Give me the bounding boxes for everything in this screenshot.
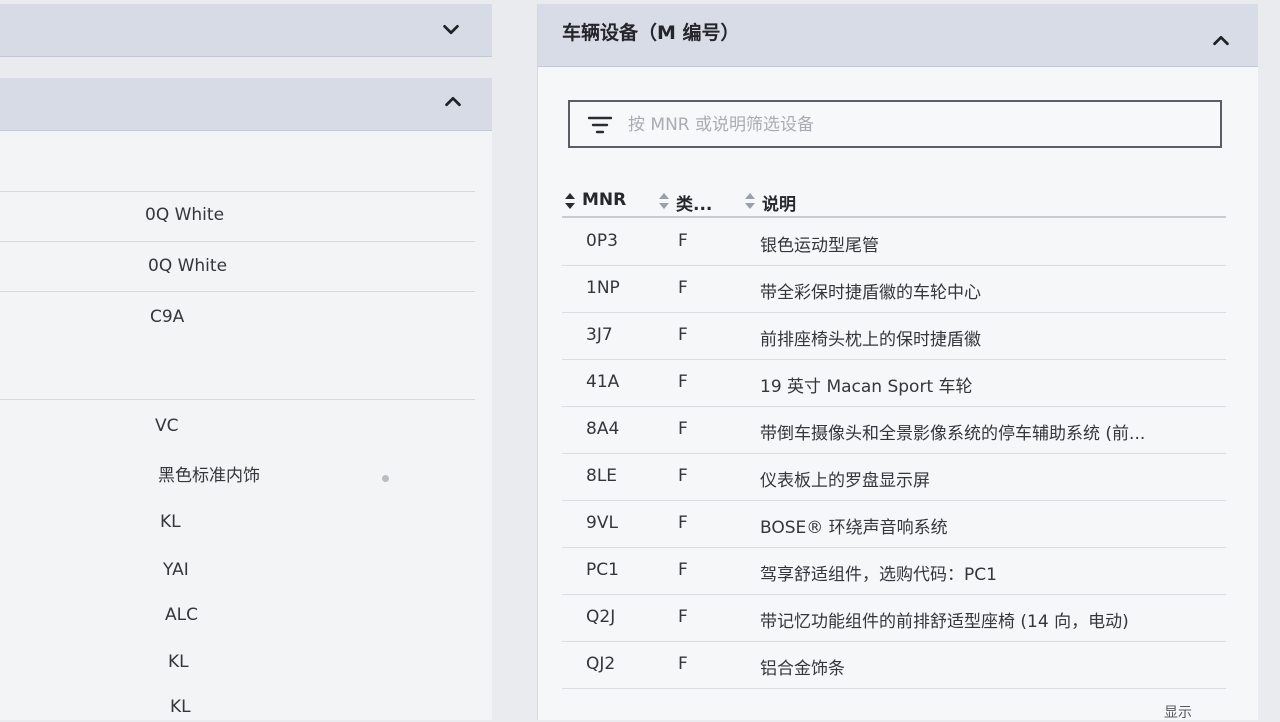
divider: [0, 399, 475, 400]
chevron-up-icon[interactable]: [1210, 30, 1232, 52]
cell-mnr: PC1: [586, 560, 619, 580]
cell-mnr: 0P3: [586, 231, 618, 251]
table-row[interactable]: 41A F 19 英寸 Macan Sport 车轮: [562, 360, 1226, 407]
pagination-label: 显示: [1164, 705, 1192, 721]
sort-icon[interactable]: [658, 192, 670, 210]
table-row[interactable]: 0P3 F 银色运动型尾管: [562, 219, 1226, 266]
sort-icon[interactable]: [744, 192, 756, 210]
cell-description: 带记忆功能组件的前排舒适型座椅 (14 向，电动): [760, 612, 1129, 632]
detail-value: KL: [170, 697, 191, 717]
cell-type: F: [678, 231, 688, 251]
column-header-description[interactable]: 说明: [762, 190, 796, 215]
cell-type: F: [678, 325, 688, 345]
divider: [0, 191, 475, 192]
cell-mnr: 8LE: [586, 466, 618, 486]
equipment-panel: 车辆设备（M 编号） MNR 类... 说明 0P3: [537, 4, 1258, 720]
cell-type: F: [678, 607, 688, 627]
cell-description: BOSE® 环绕声音响系统: [760, 518, 948, 538]
collapsed-section-header[interactable]: [0, 4, 492, 57]
vehicle-details-header[interactable]: [0, 78, 492, 131]
bullet-dot: [382, 475, 389, 482]
cell-type: F: [678, 372, 688, 392]
vehicle-details-section: [0, 78, 492, 720]
cell-description: 铝合金饰条: [760, 659, 845, 679]
table-row[interactable]: QJ2 F 铝合金饰条: [562, 642, 1226, 689]
cell-description: 银色运动型尾管: [760, 236, 879, 256]
sort-asc-icon[interactable]: [564, 192, 576, 210]
cell-description: 前排座椅头枕上的保时捷盾徽: [760, 330, 981, 350]
table-row[interactable]: 8A4 F 带倒车摄像头和全景影像系统的停车辅助系统 (前...: [562, 407, 1226, 454]
equipment-panel-header[interactable]: 车辆设备（M 编号）: [538, 4, 1258, 67]
table-row[interactable]: Q2J F 带记忆功能组件的前排舒适型座椅 (14 向，电动): [562, 595, 1226, 642]
cell-type: F: [678, 278, 688, 298]
cell-mnr: 8A4: [586, 419, 620, 439]
cell-type: F: [678, 419, 688, 439]
cell-mnr: Q2J: [586, 607, 616, 627]
cell-mnr: 3J7: [586, 325, 613, 345]
equipment-filter-input[interactable]: [626, 110, 1210, 140]
divider: [0, 241, 475, 242]
cell-description: 驾享舒适组件，选购代码：PC1: [760, 565, 997, 585]
table-row[interactable]: 9VL F BOSE® 环绕声音响系统: [562, 501, 1226, 548]
detail-value: VC: [155, 416, 179, 436]
detail-value: C9A: [150, 307, 185, 327]
equipment-panel-title: 车辆设备（M 编号）: [562, 22, 740, 44]
cell-type: F: [678, 513, 688, 533]
detail-value: ALC: [165, 605, 198, 625]
cell-type: F: [678, 654, 688, 674]
cell-type: F: [678, 560, 688, 580]
column-header-type[interactable]: 类...: [676, 190, 712, 215]
detail-value: 黑色标准内饰: [158, 466, 260, 486]
table-row[interactable]: PC1 F 驾享舒适组件，选购代码：PC1: [562, 548, 1226, 595]
detail-value: YAI: [163, 560, 189, 580]
detail-value: 0Q White: [145, 205, 225, 225]
filter-icon: [588, 116, 612, 134]
cell-description: 带倒车摄像头和全景影像系统的停车辅助系统 (前...: [760, 424, 1146, 444]
table-row[interactable]: 3J7 F 前排座椅头枕上的保时捷盾徽: [562, 313, 1226, 360]
cell-description: 仪表板上的罗盘显示屏: [760, 471, 930, 491]
cell-description: 19 英寸 Macan Sport 车轮: [760, 377, 973, 397]
equipment-table-header: MNR 类... 说明: [562, 186, 1226, 218]
chevron-down-icon[interactable]: [440, 19, 462, 41]
table-row[interactable]: 1NP F 带全彩保时捷盾徽的车轮中心: [562, 266, 1226, 313]
column-header-mnr[interactable]: MNR: [582, 190, 626, 210]
detail-value: KL: [168, 652, 189, 672]
divider: [0, 291, 475, 292]
equipment-filter-box[interactable]: [568, 100, 1222, 148]
detail-value: 0Q White: [148, 256, 228, 276]
chevron-up-icon[interactable]: [442, 91, 464, 113]
detail-value: KL: [160, 512, 181, 532]
cell-description: 带全彩保时捷盾徽的车轮中心: [760, 283, 981, 303]
table-row[interactable]: 8LE F 仪表板上的罗盘显示屏: [562, 454, 1226, 501]
cell-mnr: 9VL: [586, 513, 618, 533]
cell-mnr: QJ2: [586, 654, 616, 674]
cell-type: F: [678, 466, 688, 486]
cell-mnr: 1NP: [586, 278, 620, 298]
cell-mnr: 41A: [586, 372, 620, 392]
